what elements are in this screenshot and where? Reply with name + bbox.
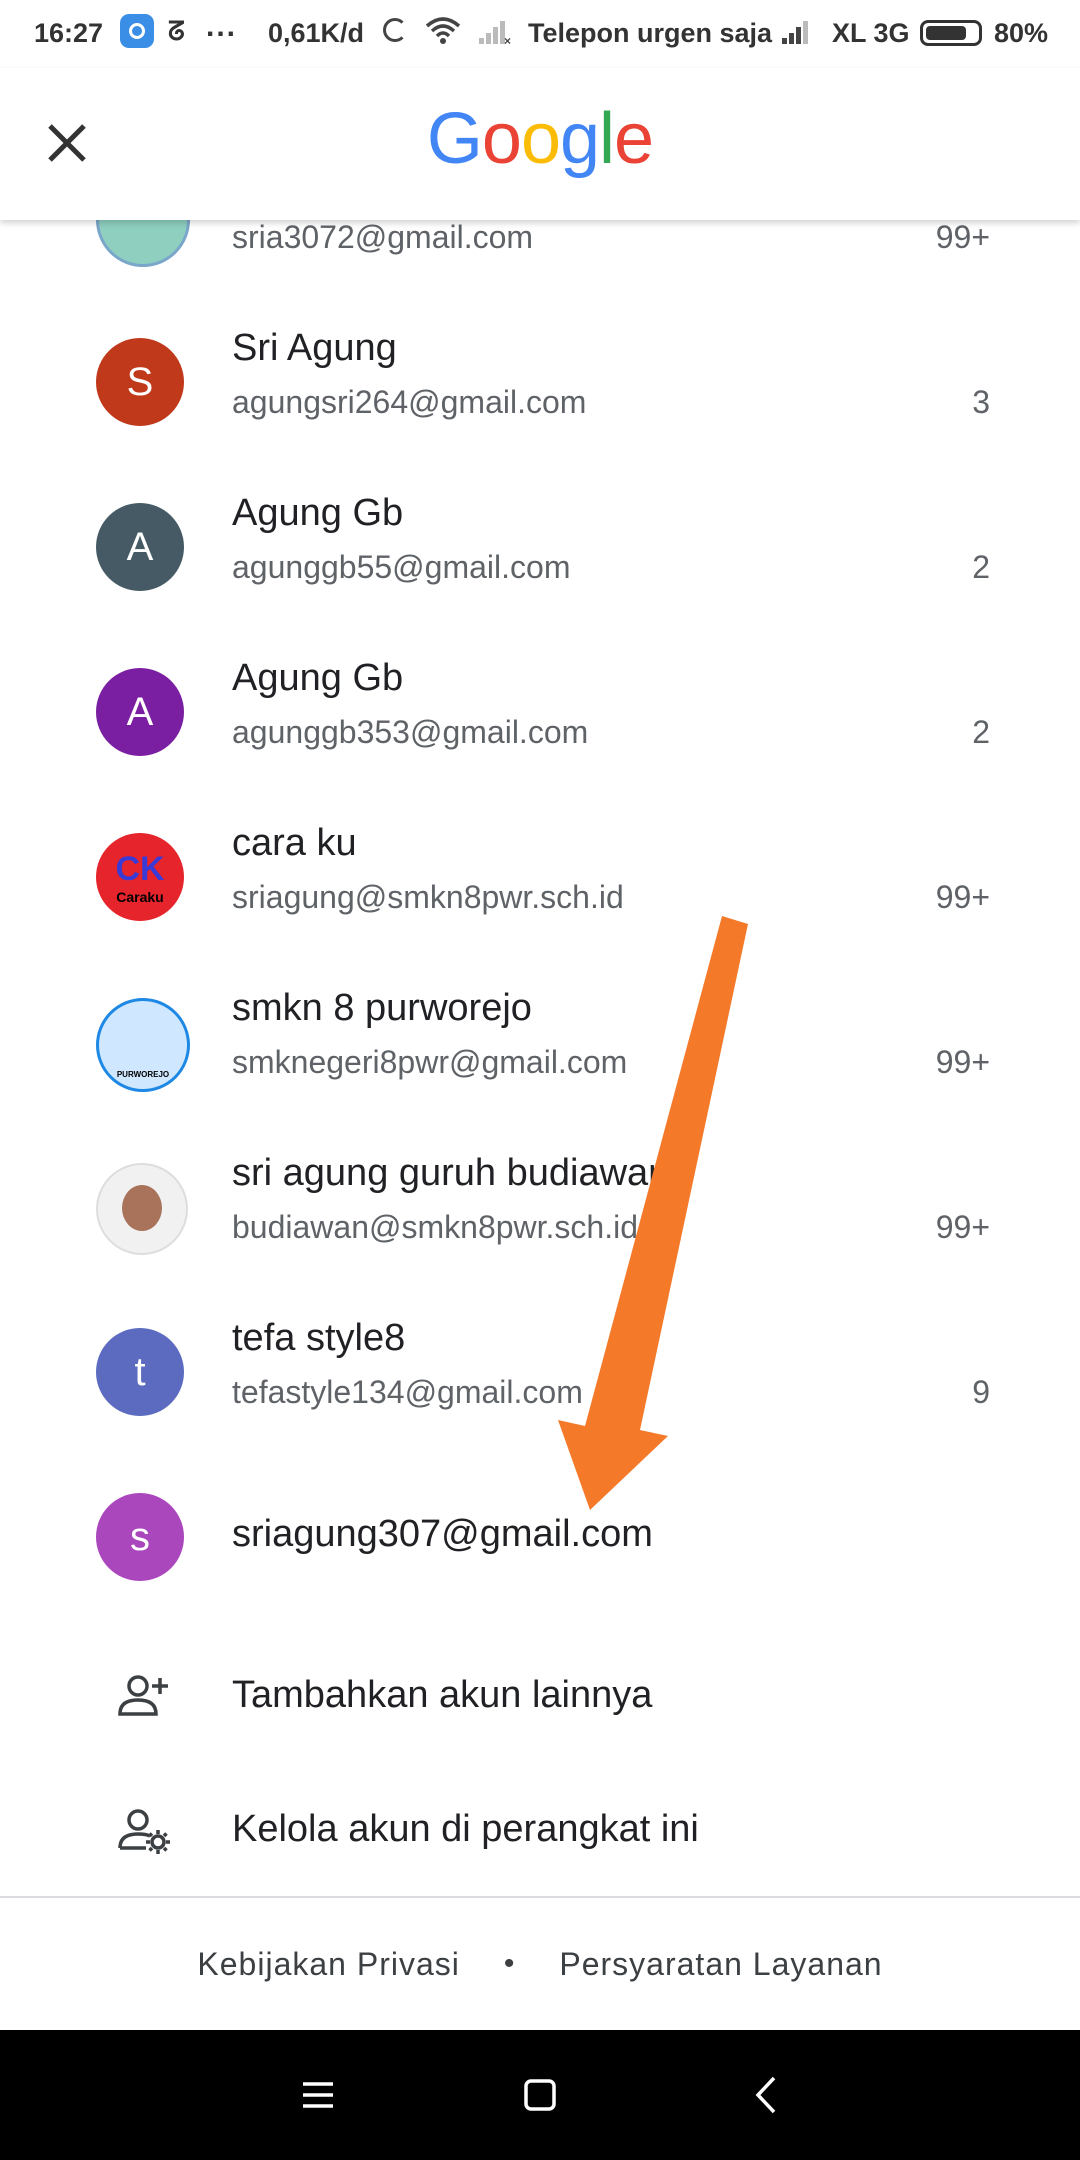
avatar-initial: CK — [115, 849, 165, 888]
avatar-caption: Caraku — [116, 888, 164, 905]
account-row[interactable]: sri agung guruh budiawan budiawan@smkn8pw… — [0, 1125, 1080, 1290]
wifi-icon — [425, 17, 461, 44]
unread-count: 3 — [972, 384, 990, 420]
signal-icon — [782, 21, 808, 44]
signal-empty-icon: × — [479, 21, 511, 46]
status-time: 16:27 — [34, 18, 104, 48]
account-email: sriagung307@gmail.com — [232, 1513, 653, 1555]
status-bar: 16:27 ᘔ ... 0,61K/d × Telepon urgen saja… — [0, 0, 1080, 68]
google-logo: Google — [0, 98, 1080, 180]
account-email: agungsri264@gmail.com — [232, 384, 587, 420]
account-name: tefa style8 — [232, 1317, 406, 1359]
system-nav-bar — [0, 2030, 1080, 2160]
unread-count: 2 — [972, 714, 990, 750]
avatar-initial: A — [126, 689, 154, 734]
account-avatar — [96, 220, 190, 267]
account-row[interactable]: t tefa style8 tefastyle134@gmail.com 9 — [0, 1290, 1080, 1455]
manage-accounts-label: Kelola akun di perangkat ini — [232, 1808, 699, 1850]
account-row[interactable]: s sriagung307@gmail.com — [0, 1455, 1080, 1620]
avatar-initial: s — [130, 1514, 150, 1559]
account-email: agunggb353@gmail.com — [232, 714, 589, 750]
privacy-policy-link[interactable]: Kebijakan Privasi — [197, 1946, 459, 1983]
account-email: smknegeri8pwr@gmail.com — [232, 1044, 628, 1080]
google-logo-letter: g — [560, 99, 600, 179]
google-logo-letter: l — [599, 99, 615, 179]
account-name: cara ku — [232, 822, 357, 864]
add-account-label: Tambahkan akun lainnya — [232, 1674, 653, 1716]
account-name: Sri Agung — [232, 327, 397, 369]
network-speed: 0,61K/d — [268, 18, 365, 48]
account-picker-header: Google — [0, 68, 1080, 220]
account-email: sria3072@gmail.com — [232, 220, 534, 255]
account-row[interactable]: A Agung Gb agunggb55@gmail.com 2 — [0, 465, 1080, 630]
account-name: Agung Gb — [232, 657, 404, 699]
account-name: smkn 8 purworejo — [232, 987, 532, 1029]
svg-text:×: × — [504, 34, 511, 46]
carrier-1-label: Telepon urgen saja — [528, 18, 773, 48]
unread-count: 99+ — [935, 1209, 990, 1245]
account-avatar: S — [96, 338, 184, 426]
more-notifications-icon: ... — [206, 10, 238, 43]
avatar-caption: PURWOREJO — [116, 1070, 170, 1079]
avatar-initial: S — [126, 359, 154, 404]
account-email: agunggb55@gmail.com — [232, 549, 571, 585]
app-notification-icon — [120, 14, 154, 48]
account-row[interactable]: S Sri Agung agungsri264@gmail.com 3 — [0, 300, 1080, 465]
google-logo-letter: G — [426, 99, 483, 179]
manage-accounts-icon — [118, 1809, 170, 1854]
battery-percent: 80% — [994, 18, 1049, 48]
avatar-initial: t — [134, 1349, 146, 1394]
account-email: sriagung@smkn8pwr.sch.id — [232, 879, 624, 915]
manage-accounts-button[interactable]: Kelola akun di perangkat ini — [0, 1770, 1080, 1890]
google-logo-letter: o — [520, 99, 561, 179]
account-row[interactable]: PURWOREJO smkn 8 purworejo smknegeri8pwr@g… — [0, 960, 1080, 1125]
account-row[interactable]: A Agung Gb agunggb353@gmail.com 2 — [0, 630, 1080, 795]
home-icon[interactable] — [505, 2060, 575, 2130]
add-account-button[interactable]: Tambahkan akun lainnya — [0, 1636, 1080, 1756]
unread-count: 99+ — [935, 879, 990, 915]
account-avatar: A — [96, 503, 184, 591]
footer: Kebijakan Privasi • Persyaratan Layanan — [0, 1898, 1080, 2030]
unread-count: 9 — [972, 1374, 990, 1410]
account-email: budiawan@smkn8pwr.sch.id — [232, 1209, 639, 1245]
google-logo-letter: o — [481, 99, 522, 179]
battery-icon — [920, 20, 982, 46]
zeta-icon: ᘔ — [168, 16, 185, 46]
back-icon[interactable] — [732, 2060, 802, 2130]
account-avatar — [96, 1163, 188, 1255]
account-name: Agung Gb — [232, 492, 404, 534]
unread-count: 99+ — [935, 220, 990, 255]
account-row[interactable]: CK Caraku cara ku sriagung@smkn8pwr.sch.id 9… — [0, 795, 1080, 960]
account-avatar: A — [96, 668, 184, 756]
menu-icon[interactable] — [283, 2060, 353, 2130]
unread-count: 99+ — [935, 1044, 990, 1080]
terms-of-service-link[interactable]: Persyaratan Layanan — [559, 1946, 882, 1983]
sync-icon — [383, 18, 407, 42]
account-name: sri agung guruh budiawan — [232, 1152, 670, 1194]
profile-photo — [122, 1185, 162, 1231]
avatar-initial: A — [126, 524, 154, 569]
add-person-icon — [118, 1675, 168, 1716]
account-row[interactable]: sria3072@gmail.com 99+ — [0, 220, 1080, 300]
account-email: tefastyle134@gmail.com — [232, 1374, 583, 1410]
footer-separator: • — [503, 1947, 516, 1980]
unread-count: 2 — [972, 549, 990, 585]
carrier-2-label: XL 3G — [832, 18, 910, 48]
account-avatar: t — [96, 1328, 184, 1416]
account-avatar: PURWOREJO — [96, 998, 190, 1092]
account-avatar: CK Caraku — [96, 833, 184, 921]
account-avatar: s — [96, 1493, 184, 1581]
google-logo-letter: e — [614, 99, 654, 179]
